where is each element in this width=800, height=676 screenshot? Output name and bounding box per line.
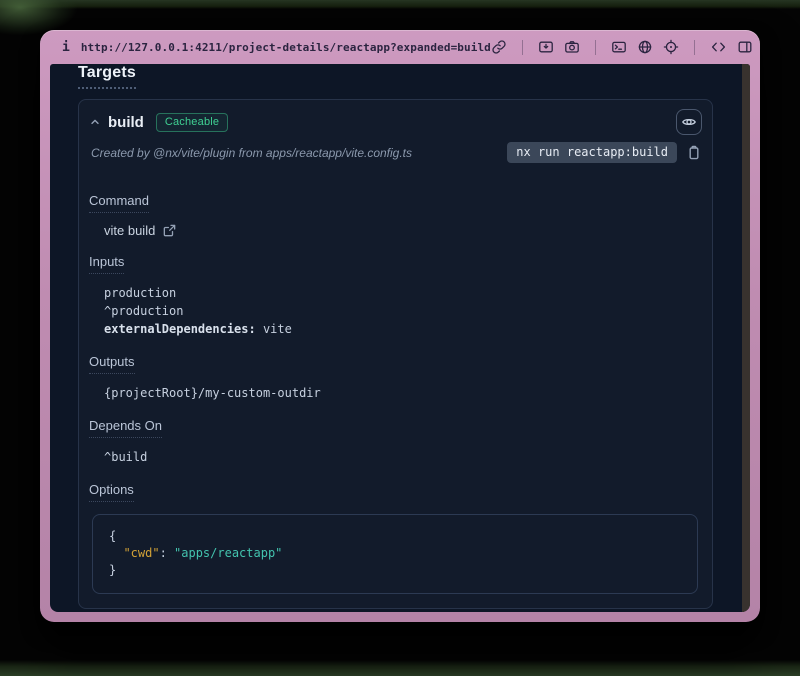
chevron-up-icon [89,116,101,128]
project-details-content: Targets build Cacheable [50,64,742,612]
targets-heading: Targets [78,64,136,89]
depends-on-item: ^build [104,448,700,466]
json-open-brace: { [109,529,116,543]
output-item: {projectRoot}/my-custom-outdir [104,384,700,402]
input-item: ^production [104,302,700,320]
inputs-section: Inputs production ^production externalDe… [89,253,700,338]
options-label: Options [89,482,134,502]
input-item-keyed: externalDependencies: vite [104,320,700,338]
depends-on-list: ^build [89,448,700,466]
command-value: vite build [104,223,155,238]
camera-icon[interactable] [564,39,580,55]
outputs-list: {projectRoot}/my-custom-outdir [89,384,700,402]
browser-window: i http://127.0.0.1:4211/project-details/… [40,30,760,622]
desktop-background: i http://127.0.0.1:4211/project-details/… [0,0,800,676]
background-top-edge [0,0,800,9]
globe-icon[interactable] [637,39,653,55]
json-colon: : [160,546,174,560]
toolbar-separator [694,40,695,55]
background-bottom-edge [0,660,800,676]
build-card-header[interactable]: build Cacheable [79,100,712,135]
json-value-cwd: "apps/reactapp" [174,546,282,560]
depends-on-label: Depends On [89,418,162,438]
build-sections: Command vite build Inputs [79,175,712,608]
terminal-icon[interactable] [611,39,627,55]
toolbar-separator [595,40,596,55]
target-icon[interactable] [663,39,679,55]
created-by-text: Created by @nx/vite/plugin from apps/rea… [91,146,412,160]
inputs-list: production ^production externalDependenc… [89,284,700,338]
scrollbar[interactable] [742,64,750,612]
options-section: Options { "cwd": "apps/reactapp" } [89,481,700,594]
code-icon[interactable] [710,39,727,55]
toolbar-actions [491,39,753,55]
build-created-row: Created by @nx/vite/plugin from apps/rea… [79,135,712,175]
eye-icon [681,114,697,130]
options-json-box: { "cwd": "apps/reactapp" } [92,514,698,594]
info-icon: i [62,40,70,55]
target-name-build: build [108,114,144,131]
json-close-brace: } [109,563,116,577]
outputs-label: Outputs [89,354,135,374]
input-item: production [104,284,700,302]
command-value-row: vite build [89,223,700,238]
inputs-label: Inputs [89,254,124,274]
target-card-build: build Cacheable Created by @nx/vite/plug… [78,99,713,609]
clipboard-icon [686,145,702,161]
browser-toolbar: i http://127.0.0.1:4211/project-details/… [40,30,760,64]
json-indent [109,546,123,560]
address-url: http://127.0.0.1:4211/project-details/re… [81,41,491,54]
run-command-chip: nx run reactapp:build [507,142,677,163]
cacheable-badge: Cacheable [156,113,228,132]
page-viewport: Targets build Cacheable [50,64,750,612]
outputs-section: Outputs {projectRoot}/my-custom-outdir [89,353,700,402]
input-key: externalDependencies: [104,322,256,336]
download-icon[interactable] [538,39,554,55]
toolbar-separator [522,40,523,55]
link-icon[interactable] [491,39,507,55]
command-label: Command [89,193,149,213]
json-key-cwd: "cwd" [123,546,159,560]
command-section: Command vite build [89,192,700,238]
sidebar-icon[interactable] [737,39,753,55]
copy-command-button[interactable] [686,145,702,161]
external-link-icon[interactable] [162,223,177,238]
depends-on-section: Depends On ^build [89,417,700,466]
view-target-graph-button[interactable] [676,109,702,135]
input-key-value: vite [256,322,292,336]
